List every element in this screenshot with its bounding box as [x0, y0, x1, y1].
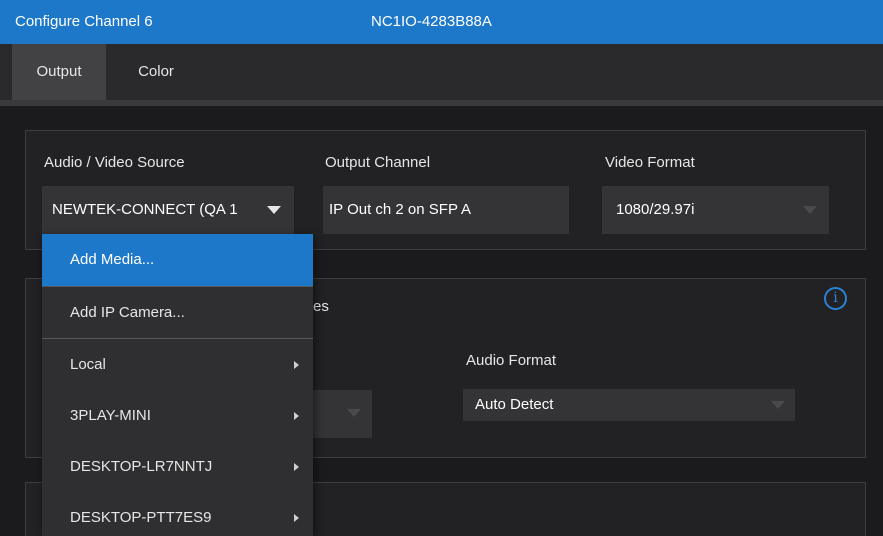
video-format-label: Video Format	[605, 154, 695, 171]
caret-down-icon[interactable]	[347, 409, 361, 417]
output-channel-value: IP Out ch 2 on SFP A	[329, 201, 472, 218]
tab-output[interactable]: Output	[12, 44, 106, 100]
caret-down-icon[interactable]	[267, 206, 281, 214]
source-dropdown-menu: Add Media... Add IP Camera... Local 3PLA…	[42, 234, 313, 536]
output-channel-label: Output Channel	[325, 154, 431, 171]
submenu-arrow-icon	[294, 412, 299, 420]
window-title: Configure Channel 6	[15, 13, 153, 30]
audio-format-value: Auto Detect	[475, 396, 554, 413]
tab-bar: Output Color	[0, 44, 883, 106]
menu-item-label: 3PLAY-MINI	[70, 407, 151, 424]
menu-item-desktop-lr7nntj[interactable]: DESKTOP-LR7NNTJ	[42, 441, 313, 493]
video-format-select[interactable]: 1080/29.97i	[602, 186, 829, 234]
submenu-arrow-icon	[294, 463, 299, 471]
menu-item-3play-mini[interactable]: 3PLAY-MINI	[42, 390, 313, 442]
menu-item-desktop-ptt7es9[interactable]: DESKTOP-PTT7ES9	[42, 492, 313, 536]
audio-format-select[interactable]: Auto Detect	[463, 389, 795, 421]
menu-item-label: DESKTOP-PTT7ES9	[70, 509, 212, 526]
output-channel-field[interactable]: IP Out ch 2 on SFP A	[323, 186, 569, 234]
menu-item-local[interactable]: Local	[42, 339, 313, 391]
audio-channel-select[interactable]	[313, 390, 372, 438]
menu-item-label: DESKTOP-LR7NNTJ	[70, 458, 213, 475]
menu-item-add-media[interactable]: Add Media...	[42, 234, 313, 286]
caret-down-icon[interactable]	[771, 401, 785, 409]
menu-item-label: Add Media...	[70, 251, 155, 268]
menu-item-label: Local	[70, 356, 106, 373]
audio-format-label: Audio Format	[466, 352, 557, 369]
info-circle-icon[interactable]: i	[824, 287, 847, 310]
submenu-arrow-icon	[294, 361, 299, 369]
audio-panel-heading: es	[313, 298, 329, 315]
av-source-select[interactable]: NEWTEK-CONNECT (QA 1	[42, 186, 294, 234]
video-format-value: 1080/29.97i	[616, 201, 695, 218]
menu-item-add-ip-camera[interactable]: Add IP Camera...	[42, 287, 313, 339]
tab-color[interactable]: Color	[106, 44, 206, 100]
device-name: NC1IO-4283B88A	[371, 13, 492, 30]
av-source-label: Audio / Video Source	[44, 154, 185, 171]
menu-item-label: Add IP Camera...	[70, 304, 185, 321]
caret-down-icon[interactable]	[803, 206, 817, 214]
title-bar: Configure Channel 6 NC1IO-4283B88A	[0, 0, 883, 44]
submenu-arrow-icon	[294, 514, 299, 522]
av-source-value: NEWTEK-CONNECT (QA 1	[52, 201, 238, 218]
